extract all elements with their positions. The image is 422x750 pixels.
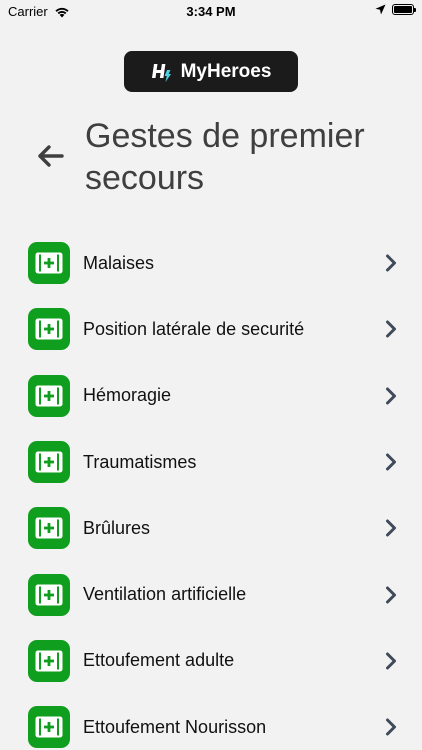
chevron-right-icon (384, 519, 398, 537)
chevron-right-icon (384, 718, 398, 736)
battery-level (394, 6, 412, 13)
list-item-4[interactable]: Brûlures (0, 495, 422, 561)
list-item-label: Malaises (83, 252, 155, 273)
first-aid-kit-icon (28, 573, 70, 616)
first-aid-kit-icon (28, 441, 70, 484)
list-item-1[interactable]: Position latérale de securité (0, 296, 422, 362)
status-right (375, 4, 416, 15)
status-bar: Carrier 3:34 PM (0, 0, 422, 22)
list-item-6[interactable]: Ettoufement adulte (0, 628, 422, 694)
app-logo: MyHeroes (124, 51, 298, 92)
location-arrow-icon (375, 4, 386, 15)
arrow-left-icon (38, 145, 64, 167)
list-item-label: Ettoufement adulte (83, 650, 235, 671)
chevron-right-icon (384, 254, 398, 272)
chevron-right-icon (384, 387, 398, 405)
logo-mark-icon (151, 63, 171, 82)
page-title: Gestes de premier secours (85, 117, 365, 197)
first-aid-kit-icon (28, 242, 70, 285)
chevron-right-icon (384, 652, 398, 670)
back-button[interactable] (34, 140, 66, 172)
list-item-label: Position latérale de securité (83, 318, 305, 339)
first-aid-list: Malaises Position latérale de securité H… (0, 230, 422, 750)
list-item-label: Ventilation artificielle (83, 584, 247, 605)
status-time: 3:34 PM (186, 4, 236, 19)
chevron-right-icon (384, 320, 398, 338)
list-item-label: Brûlures (83, 517, 151, 538)
chevron-right-icon (384, 586, 398, 604)
list-item-0[interactable]: Malaises (0, 230, 422, 296)
list-item-5[interactable]: Ventilation artificielle (0, 561, 422, 627)
list-item-3[interactable]: Traumatismes (0, 429, 422, 495)
first-aid-kit-icon (28, 308, 70, 351)
list-item-label: Traumatismes (83, 451, 197, 472)
list-item-7[interactable]: Ettoufement Nourisson (0, 694, 422, 750)
list-item-label: Ettoufement Nourisson (83, 716, 267, 737)
chevron-right-icon (384, 453, 398, 471)
first-aid-kit-icon (28, 639, 70, 682)
list-item-2[interactable]: Hémoragie (0, 363, 422, 429)
first-aid-kit-icon (28, 374, 70, 417)
first-aid-kit-icon (28, 706, 70, 749)
list-item-label: Hémoragie (83, 385, 172, 406)
first-aid-kit-icon (28, 507, 70, 550)
app-name: MyHeroes (180, 60, 272, 82)
battery-icon (392, 4, 416, 15)
